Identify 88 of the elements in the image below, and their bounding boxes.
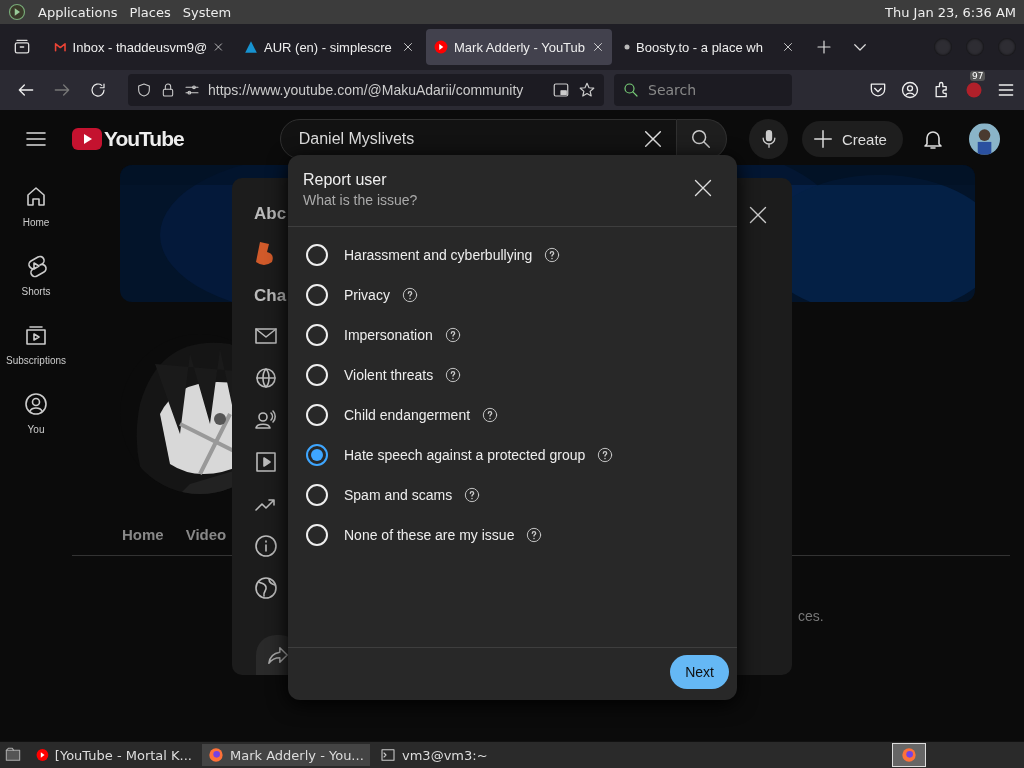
sidebar-item[interactable]: Shorts	[15, 253, 57, 298]
close-icon	[748, 205, 768, 225]
triangle-icon	[244, 40, 258, 54]
channel-tab[interactable]: Home	[122, 526, 164, 543]
sidebar-item[interactable]: You	[18, 391, 54, 436]
create-button[interactable]: Create	[801, 121, 903, 157]
play-logo-icon	[72, 128, 102, 150]
channel-tab[interactable]: Video	[185, 526, 227, 543]
address-field[interactable]: https://www.youtube.com/@MakuAdarii/community	[128, 74, 604, 106]
menu-item[interactable]: System	[182, 4, 232, 20]
video-icon	[254, 450, 278, 474]
count-badge: 97	[970, 71, 986, 81]
sidebar-item[interactable]: Home	[16, 184, 56, 229]
option-label[interactable]: Impersonation	[344, 327, 433, 343]
mic-button[interactable]	[749, 119, 788, 159]
taskbar-item[interactable]: Mark Adderly - You...	[202, 744, 370, 766]
dialog-title: Report user	[303, 171, 388, 189]
link-logo-icon	[254, 240, 276, 266]
search-field[interactable]: Daniel Myslivets	[279, 119, 677, 159]
help-icon	[597, 447, 614, 463]
search-input[interactable]: Search	[646, 81, 780, 99]
plus-icon[interactable]	[815, 38, 833, 56]
help-icon	[482, 407, 499, 423]
search-icon	[690, 128, 713, 150]
picture-in-picture-icon[interactable]	[552, 81, 570, 99]
reload-icon[interactable]	[89, 81, 107, 99]
subscriptions-icon	[24, 323, 48, 347]
firefox-icon	[901, 747, 917, 763]
taskbar-item[interactable]: vm3@vm3:~	[374, 744, 542, 766]
description-text: ces.	[798, 608, 825, 624]
lock-icon	[160, 82, 176, 98]
menu-item[interactable]: Places	[129, 4, 171, 20]
browser-tab[interactable]: Boosty.to - a place wh	[616, 29, 802, 65]
logo-text: YouTube	[104, 127, 184, 151]
avatar-icon[interactable]	[968, 123, 1000, 155]
help-icon	[444, 327, 461, 343]
firefox-icon	[208, 747, 224, 763]
dialog-subtitle: What is the issue?	[303, 192, 419, 208]
close-icon[interactable]	[402, 41, 414, 53]
close-icon[interactable]	[782, 41, 794, 53]
shield-icon	[136, 82, 152, 98]
browser-tab[interactable]: Mark Adderly - YouTub	[426, 29, 612, 65]
terminal-icon	[380, 747, 396, 763]
panel-title: Abc	[254, 204, 287, 224]
option-label[interactable]: None of these are my issue	[344, 527, 515, 543]
share-icon	[267, 644, 289, 666]
option-label[interactable]: Violent threats	[344, 367, 434, 383]
mail-icon	[54, 40, 67, 54]
search-icon	[622, 81, 640, 99]
option-label[interactable]: Hate speech against a protected group	[344, 447, 586, 463]
search-field[interactable]: Search	[614, 74, 792, 106]
home-icon	[24, 185, 48, 209]
option-label[interactable]: Spam and scams	[344, 487, 453, 503]
plus-icon	[811, 128, 834, 150]
help-icon	[544, 247, 561, 263]
section-heading: Cha	[254, 286, 287, 306]
browser-tab[interactable]: Inbox - thaddeusvm9@	[46, 29, 232, 65]
foot-logo-icon	[8, 3, 26, 21]
option-label[interactable]: Privacy	[344, 287, 390, 303]
tray-button[interactable]	[892, 743, 926, 767]
help-icon	[526, 527, 543, 543]
help-icon	[401, 287, 418, 303]
clock: Thu Jan 23, 6:36 AM	[885, 4, 1016, 20]
help-icon	[445, 367, 462, 383]
play-icon	[434, 40, 448, 54]
taskbar-item[interactable]: [YouTube - Mortal K...	[30, 744, 198, 766]
close-icon[interactable]	[592, 41, 604, 53]
audience-icon	[254, 408, 278, 432]
option-label[interactable]: Harassment and cyberbullying	[344, 247, 533, 263]
close-icon	[693, 178, 713, 198]
play-icon	[36, 748, 49, 762]
user-icon	[24, 392, 48, 416]
help-icon	[464, 487, 481, 503]
close-button[interactable]	[693, 178, 713, 198]
next-button[interactable]: Next	[670, 655, 729, 689]
menu-item[interactable]: Applications	[38, 4, 118, 20]
globe-icon	[254, 366, 278, 390]
account-icon[interactable]	[900, 80, 920, 100]
star-icon[interactable]	[578, 81, 596, 99]
search-input[interactable]: Daniel Myslivets	[296, 129, 642, 149]
globe-icon	[254, 576, 278, 600]
tab-tray-icon[interactable]	[12, 37, 32, 57]
option-label[interactable]: Child endangerment	[344, 407, 471, 423]
dot-icon	[624, 44, 630, 50]
info-icon	[254, 534, 278, 558]
browser-tab[interactable]: AUR (en) - simplescre	[236, 29, 422, 65]
sidebar-item[interactable]: Subscriptions	[0, 322, 72, 367]
radio-button[interactable]	[306, 444, 328, 466]
